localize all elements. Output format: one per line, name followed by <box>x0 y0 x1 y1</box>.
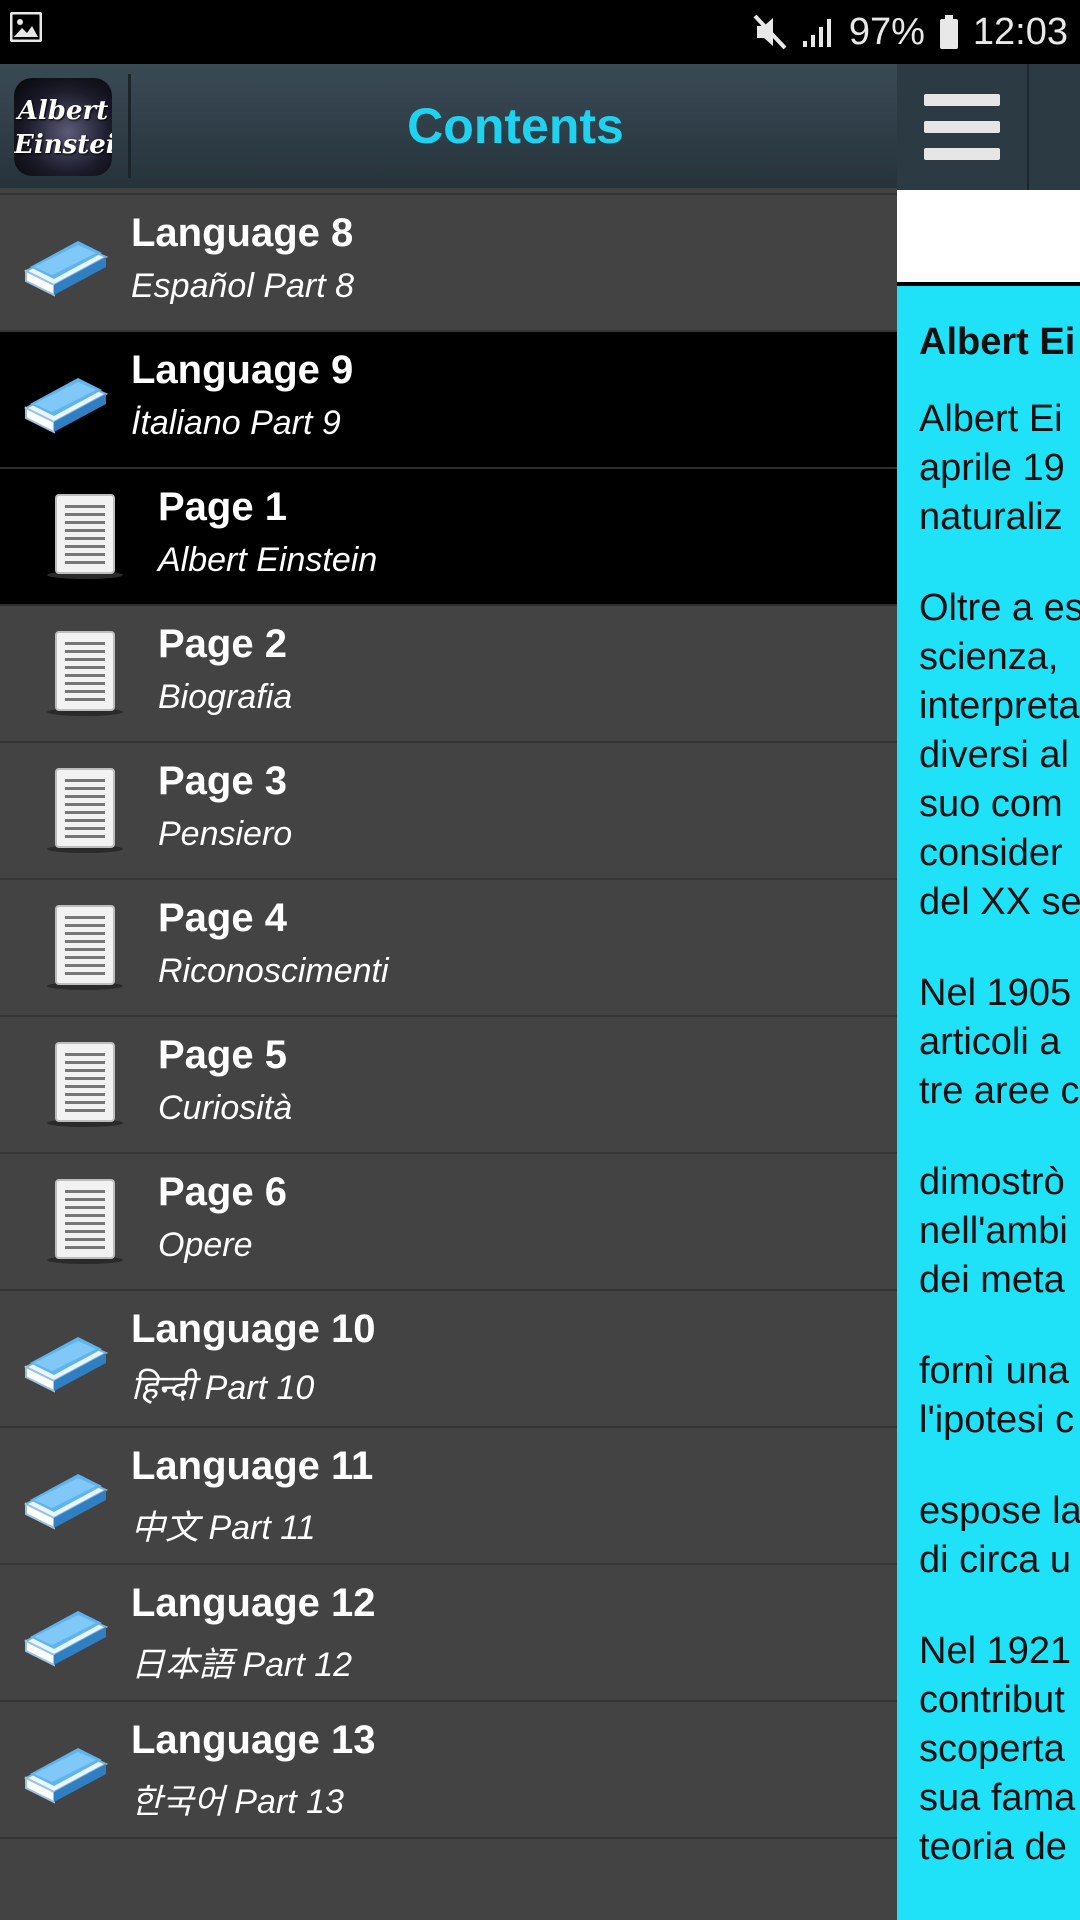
logo-text: Albert <box>17 96 109 126</box>
item-title: Language 13 <box>131 1718 376 1762</box>
hamburger-menu-button[interactable] <box>897 64 1029 190</box>
item-subtitle: Pensiero <box>158 815 293 853</box>
logo-text: Einstein <box>14 130 112 160</box>
item-title: Page 2 <box>158 622 287 666</box>
clock: 12:03 <box>972 10 1068 53</box>
item-subtitle: Opere <box>158 1226 253 1264</box>
page-item[interactable]: Page 1 Albert Einstein <box>0 469 897 606</box>
item-subtitle: Curiosità <box>158 1089 293 1127</box>
item-title: Page 1 <box>158 485 287 529</box>
language-item[interactable]: Language 11 中文 Part 11 <box>0 1428 897 1565</box>
signal-icon <box>801 15 835 49</box>
article-paragraph: Oltre a es scienza, interpreta diversi a… <box>919 587 1080 923</box>
article-title: Albert Ei <box>919 321 1076 363</box>
document-icon <box>45 1178 125 1266</box>
drawer-title: Contents <box>407 98 624 154</box>
page-item[interactable]: Page 6 Opere <box>0 1154 897 1291</box>
item-title: Page 6 <box>158 1170 287 1214</box>
item-subtitle: Español Part 8 <box>131 267 355 305</box>
article-paragraph: dimostrò nell'ambi dei meta <box>919 1161 1068 1301</box>
article-paragraph: Nel 1905 articoli a tre aree c <box>919 972 1080 1112</box>
book-icon <box>22 1323 110 1397</box>
language-item[interactable]: Language 12 日本語 Part 12 <box>0 1565 897 1702</box>
battery-icon <box>939 15 959 49</box>
gallery-notification-icon <box>9 11 43 48</box>
document-icon <box>45 767 125 855</box>
document-icon <box>45 493 125 581</box>
article-paragraph: fornì una l'ipotesi c <box>919 1350 1075 1441</box>
item-title: Language 8 <box>131 211 354 255</box>
language-item[interactable]: Language 8 Español Part 8 <box>0 195 897 332</box>
hamburger-icon <box>924 94 1000 160</box>
page-item[interactable]: Page 2 Biografia <box>0 606 897 743</box>
language-item[interactable]: Language 9 İtaliano Part 9 <box>0 332 897 469</box>
book-icon <box>22 1734 110 1808</box>
item-title: Language 12 <box>131 1581 376 1625</box>
article-paragraph: Albert Ei aprile 19 naturaliz <box>919 398 1065 538</box>
item-title: Language 9 <box>131 348 354 392</box>
document-icon <box>45 630 125 718</box>
article-paragraph: Nel 1921 contribut scoperta sua fama teo… <box>919 1630 1076 1868</box>
article-paragraph: espose la di circa u <box>919 1490 1080 1581</box>
item-subtitle: İtaliano Part 9 <box>131 404 341 442</box>
book-icon <box>22 227 110 301</box>
navigation-drawer: Albert Einstein Contents Language 7Franç… <box>0 64 897 1920</box>
drawer-header: Albert Einstein Contents <box>0 64 897 188</box>
item-title: Page 5 <box>158 1033 287 1077</box>
item-subtitle: Albert Einstein <box>158 541 378 579</box>
page-item[interactable]: Page 5 Curiosità <box>0 1017 897 1154</box>
item-title: Language 10 <box>131 1307 376 1351</box>
item-subtitle: Riconoscimenti <box>158 952 389 990</box>
item-subtitle: Biografia <box>158 678 293 716</box>
book-icon <box>22 1460 110 1534</box>
mute-icon <box>753 14 787 50</box>
main-content: Albert Ei Albert Ei aprile 19 naturaliz … <box>897 64 1080 1920</box>
book-icon <box>22 364 110 438</box>
item-subtitle: हिन्दी Part 10 <box>131 1369 315 1407</box>
language-item[interactable]: Language 10 हिन्दी Part 10 <box>0 1291 897 1428</box>
app-logo[interactable]: Albert Einstein <box>14 78 112 176</box>
item-title: Page 4 <box>158 896 287 940</box>
header-divider <box>128 74 131 178</box>
page-item[interactable]: Page 3 Pensiero <box>0 743 897 880</box>
content-toolbar <box>897 64 1080 190</box>
book-icon <box>22 1597 110 1671</box>
item-title: Language 11 <box>131 1444 374 1488</box>
document-icon <box>45 1041 125 1129</box>
page-item[interactable]: Page 4 Riconoscimenti <box>0 880 897 1017</box>
status-bar: 97% 12:03 <box>0 0 1080 64</box>
item-title: Page 3 <box>158 759 287 803</box>
item-subtitle: 日本語 Part 12 <box>131 1646 353 1684</box>
article-text: Albert Ei Albert Ei aprile 19 naturaliz … <box>919 318 1080 1914</box>
item-subtitle: 中文 Part 11 <box>131 1509 316 1547</box>
document-icon <box>45 904 125 992</box>
language-item[interactable]: Language 13 한국어 Part 13 <box>0 1702 897 1839</box>
battery-percent: 97% <box>848 10 925 53</box>
content-banner <box>897 190 1080 286</box>
item-subtitle: 한국어 Part 13 <box>131 1783 344 1821</box>
